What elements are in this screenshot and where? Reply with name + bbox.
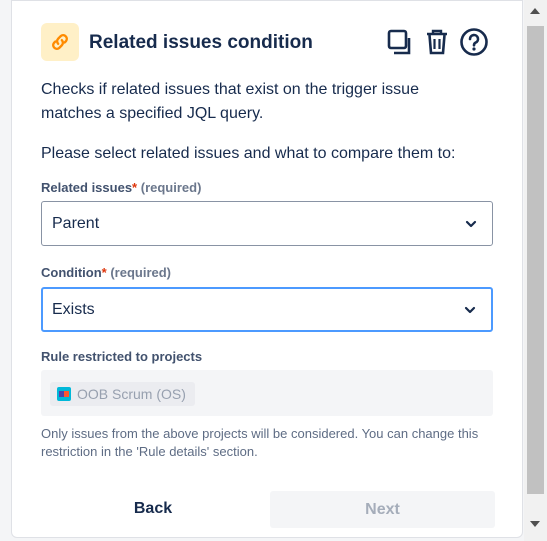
projects-hint: Only issues from the above projects will…: [41, 426, 479, 459]
copy-icon: [387, 29, 411, 55]
panel-title: Related issues condition: [89, 32, 313, 53]
description-line-2: matches a specified JQL query.: [41, 105, 264, 122]
project-chip-label: OOB Scrum (OS): [77, 386, 186, 402]
related-issues-label-text: Related issues: [41, 180, 133, 195]
help-button[interactable]: [458, 26, 490, 58]
condition-select[interactable]: Exists: [41, 287, 493, 332]
required-text: (required): [110, 265, 172, 280]
help-icon: [460, 28, 488, 56]
related-issues-select[interactable]: Parent: [41, 201, 493, 246]
trash-icon: [427, 29, 447, 55]
link-icon: [52, 34, 68, 50]
description-line-1: Checks if related issues that exist on t…: [41, 81, 419, 98]
condition-panel: Related issues condition Checks if relat…: [11, 0, 523, 538]
required-star: *: [132, 180, 138, 195]
condition-label: Condition* (required): [41, 265, 171, 280]
chevron-down-icon: [465, 220, 477, 227]
condition-value: Exists: [52, 300, 95, 318]
projects-label: Rule restricted to projects: [41, 349, 203, 364]
scrollbar[interactable]: [524, 0, 547, 541]
scroll-down-arrow-icon[interactable]: [530, 521, 540, 527]
scroll-up-arrow-icon[interactable]: [530, 8, 540, 14]
projects-field: OOB Scrum (OS): [41, 370, 493, 416]
next-button[interactable]: Next: [270, 491, 495, 528]
select-prompt: Please select related issues and what to…: [41, 145, 456, 162]
required-text: (required): [140, 180, 202, 195]
chevron-down-icon: [464, 306, 476, 313]
project-chip: OOB Scrum (OS): [50, 382, 195, 406]
scroll-thumb[interactable]: [527, 26, 544, 494]
copy-button[interactable]: [383, 26, 415, 58]
required-star: *: [101, 265, 107, 280]
project-avatar-icon: [57, 387, 71, 401]
back-button[interactable]: Back: [112, 491, 194, 527]
component-icon-box: [41, 23, 79, 61]
related-issues-value: Parent: [52, 214, 100, 232]
delete-button[interactable]: [421, 26, 453, 58]
condition-label-text: Condition: [41, 265, 102, 280]
related-issues-label: Related issues* (required): [41, 180, 201, 195]
